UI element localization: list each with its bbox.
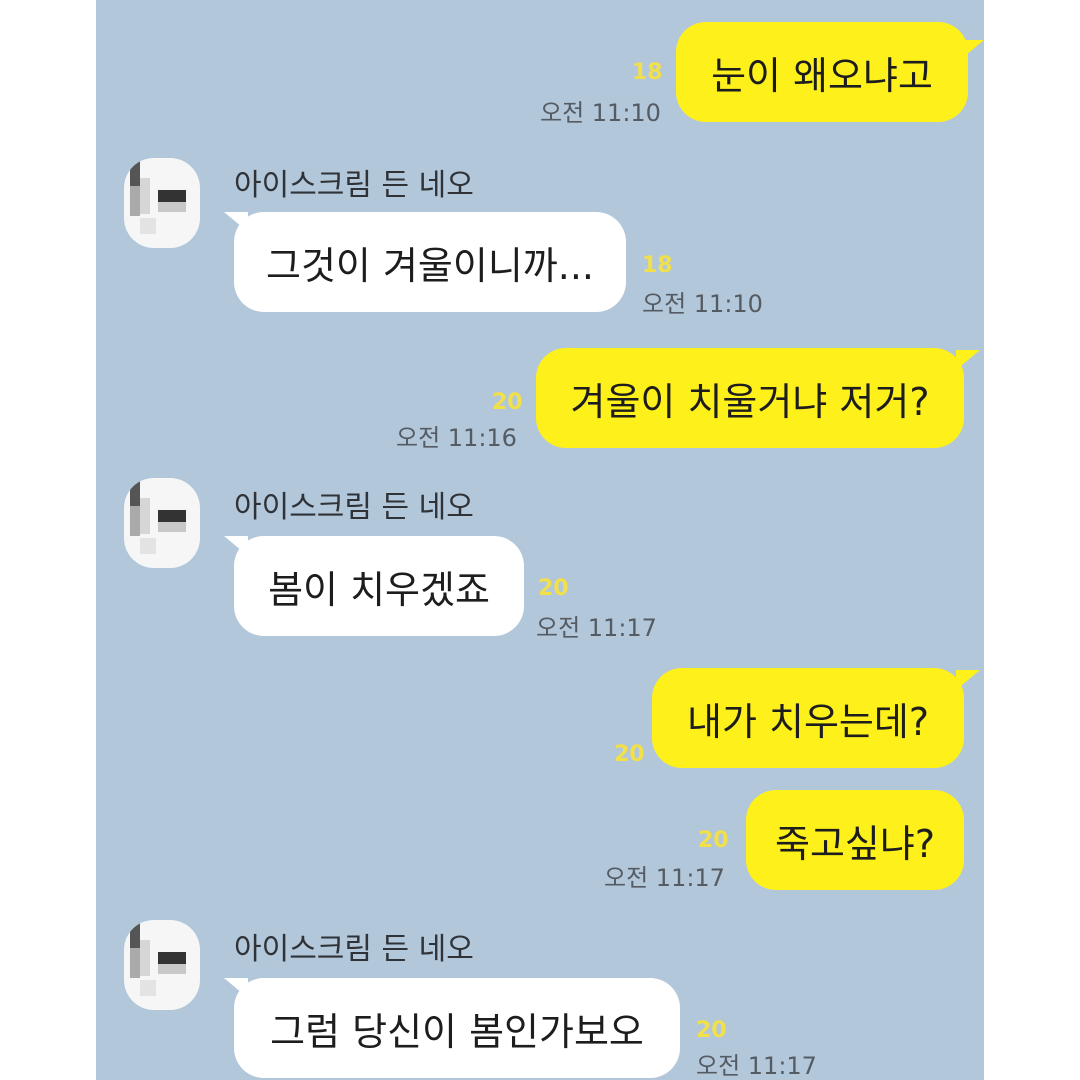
message-bubble[interactable]: 봄이 치우겠죠 [234, 536, 524, 636]
unread-count: 18 [642, 253, 673, 278]
message-time: 오전 11:17 [604, 864, 725, 892]
bubble-tail [956, 350, 980, 370]
unread-count: 20 [698, 828, 729, 853]
message-bubble[interactable]: 내가 치우는데? [652, 668, 964, 768]
message-time: 오전 11:16 [396, 424, 517, 452]
message-bubble[interactable]: 그것이 겨울이니까... [234, 212, 626, 312]
bubble-tail [956, 670, 980, 690]
message-bubble[interactable]: 눈이 왜오냐고 [676, 22, 968, 122]
unread-count: 20 [614, 742, 645, 767]
unread-count: 18 [632, 60, 663, 85]
unread-count: 20 [538, 576, 569, 601]
sender-name: 아이스크림 든 네오 [234, 490, 474, 525]
sender-name: 아이스크림 든 네오 [234, 168, 474, 203]
message-bubble[interactable]: 겨울이 치울거냐 저거? [536, 348, 964, 448]
message-bubble[interactable]: 그럼 당신이 봄인가보오 [234, 978, 680, 1078]
sender-name: 아이스크림 든 네오 [234, 932, 474, 967]
message-time: 오전 11:10 [540, 99, 661, 127]
avatar[interactable] [124, 478, 200, 568]
message-bubble[interactable]: 죽고싶냐? [746, 790, 964, 890]
chat-area[interactable]: 18 오전 11:10 눈이 왜오냐고 아이스크림 든 네오 그것이 겨울이니까… [96, 0, 984, 1080]
avatar[interactable] [124, 158, 200, 248]
bubble-tail [960, 40, 984, 60]
unread-count: 20 [492, 390, 523, 415]
message-time: 오전 11:17 [536, 614, 657, 642]
message-time: 오전 11:10 [642, 290, 763, 318]
unread-count: 20 [696, 1018, 727, 1043]
avatar[interactable] [124, 920, 200, 1010]
message-time: 오전 11:17 [696, 1052, 817, 1080]
